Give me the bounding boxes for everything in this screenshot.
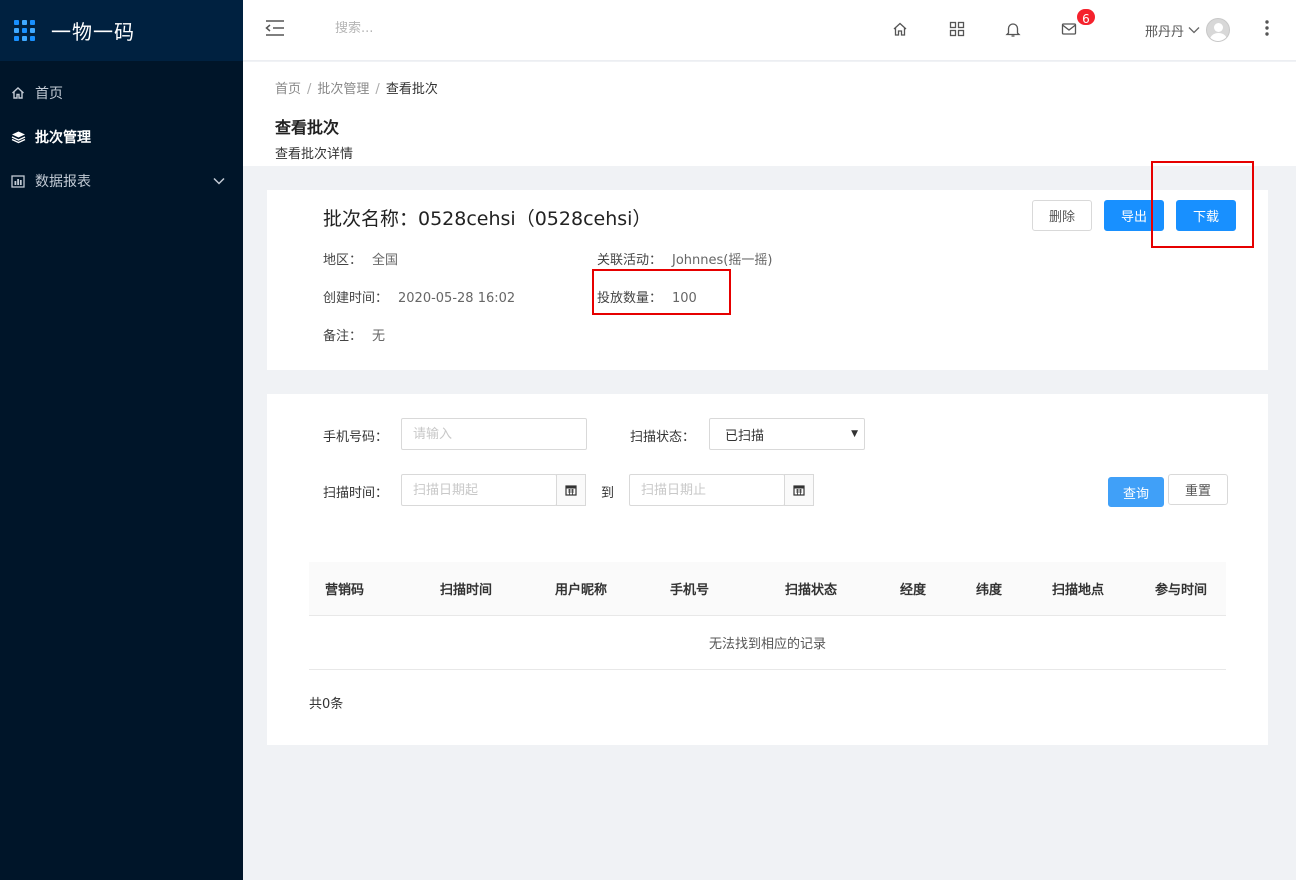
page-header: 首页 / 批次管理 / 查看批次 查看批次 查看批次详情 xyxy=(243,62,1296,166)
scan-status-select[interactable]: 已扫描 ▼ xyxy=(709,418,865,450)
app-name: 一物一码 xyxy=(51,20,135,44)
avatar xyxy=(1206,18,1231,42)
mail-icon[interactable] xyxy=(1060,20,1078,38)
region-value: 全国 xyxy=(372,253,399,268)
scan-start-date-input[interactable] xyxy=(401,474,557,506)
remark-label: 备注： xyxy=(323,329,363,344)
column-header[interactable]: 手机号 xyxy=(670,579,709,598)
column-header[interactable]: 经度 xyxy=(900,579,926,598)
sidebar-item-label: 首页 xyxy=(35,86,63,102)
to-label: 到 xyxy=(601,486,615,501)
region-label: 地区： xyxy=(323,253,363,268)
quantity-label: 投放数量： xyxy=(597,291,663,306)
column-header[interactable]: 纬度 xyxy=(976,579,1002,598)
apps-grid-logo-icon xyxy=(14,20,35,41)
batch-title: 批次名称：0528cehsi（0528cehsi） xyxy=(323,208,652,230)
quantity-value: 100 xyxy=(672,291,697,306)
region-field: 地区： 全国 xyxy=(323,249,398,268)
calendar-icon[interactable] xyxy=(784,474,814,506)
scan-status-label: 扫描状态： xyxy=(630,430,696,445)
remark-value: 无 xyxy=(372,329,386,344)
search-input[interactable] xyxy=(335,21,495,36)
phone-label: 手机号码： xyxy=(323,430,389,445)
caret-down-icon: ▼ xyxy=(851,429,858,439)
sidebar: 一物一码 首页 批次管理 数据报表 xyxy=(0,0,243,880)
sidebar-item-label: 数据报表 xyxy=(35,174,91,190)
remark-field: 备注： 无 xyxy=(323,325,385,344)
breadcrumb-item-home[interactable]: 首页 xyxy=(275,82,301,97)
mail-badge: 6 xyxy=(1075,7,1097,27)
layers-icon xyxy=(10,129,26,145)
breadcrumb-item-batch-management[interactable]: 批次管理 xyxy=(317,82,369,97)
column-header[interactable]: 扫描状态 xyxy=(785,579,837,598)
bar-chart-icon xyxy=(10,173,26,189)
user-menu[interactable]: 邢丹丹 xyxy=(1145,18,1231,42)
sidebar-item-home[interactable]: 首页 xyxy=(0,71,243,115)
scan-records-table: 营销码 扫描时间 用户昵称 手机号 扫描状态 经度 纬度 扫描地点 参与时间 无… xyxy=(309,562,1226,670)
column-header[interactable]: 用户昵称 xyxy=(555,579,607,598)
activity-field: 关联活动： Johnnes(摇一摇) xyxy=(597,249,772,268)
home-icon[interactable] xyxy=(891,20,909,38)
table-empty-row: 无法找到相应的记录 xyxy=(309,616,1226,670)
sidebar-item-reports[interactable]: 数据报表 xyxy=(0,159,243,203)
phone-input[interactable] xyxy=(401,418,587,450)
more-vertical-icon[interactable] xyxy=(1265,19,1269,41)
created-time-label: 创建时间： xyxy=(323,291,389,306)
home-icon xyxy=(10,85,26,101)
sidebar-item-label: 批次管理 xyxy=(35,130,91,146)
download-button[interactable]: 下载 xyxy=(1176,200,1236,231)
empty-text: 无法找到相应的记录 xyxy=(708,637,826,652)
total-count: 共0条 xyxy=(309,697,344,712)
sidebar-item-batch-management[interactable]: 批次管理 xyxy=(0,115,243,159)
column-header[interactable]: 扫描时间 xyxy=(440,579,492,598)
chevron-down-icon xyxy=(213,173,225,189)
column-header[interactable]: 扫描地点 xyxy=(1052,579,1104,598)
activity-value: Johnnes(摇一摇) xyxy=(672,253,773,268)
scan-records-card: 手机号码： 扫描状态： 已扫描 ▼ 扫描时间： 到 查询 重置 营销码 扫描时间… xyxy=(267,394,1268,745)
menu-fold-icon[interactable] xyxy=(265,19,285,41)
scan-end-date-input[interactable] xyxy=(629,474,785,506)
column-header[interactable]: 营销码 xyxy=(325,579,364,598)
activity-label: 关联活动： xyxy=(597,253,663,268)
export-button[interactable]: 导出 xyxy=(1104,200,1164,231)
logo[interactable]: 一物一码 xyxy=(0,0,243,61)
user-name: 邢丹丹 xyxy=(1145,24,1185,40)
breadcrumb-item-current: 查看批次 xyxy=(385,82,438,97)
bell-icon[interactable] xyxy=(1004,20,1022,38)
batch-info-card: 批次名称：0528cehsi（0528cehsi） 地区： 全国 关联活动： Joh… xyxy=(267,190,1268,370)
page-description: 查看批次详情 xyxy=(275,147,354,162)
scan-status-value: 已扫描 xyxy=(725,428,765,444)
top-header: 6 邢丹丹 xyxy=(243,0,1296,61)
created-time-field: 创建时间： 2020-05-28 16:02 xyxy=(323,287,515,306)
query-button[interactable]: 查询 xyxy=(1108,477,1164,507)
calendar-icon[interactable] xyxy=(556,474,586,506)
sidebar-menu: 首页 批次管理 数据报表 xyxy=(0,71,243,203)
page-title: 查看批次 xyxy=(275,118,340,137)
reset-button[interactable]: 重置 xyxy=(1168,474,1228,505)
quantity-field: 投放数量： 100 xyxy=(597,287,697,306)
delete-button[interactable]: 删除 xyxy=(1032,200,1092,231)
created-time-value: 2020-05-28 16:02 xyxy=(398,291,516,306)
apps-grid-icon[interactable] xyxy=(948,20,966,38)
breadcrumb: 首页 / 批次管理 / 查看批次 xyxy=(275,82,438,97)
column-header[interactable]: 参与时间 xyxy=(1155,579,1207,598)
chevron-down-icon xyxy=(1188,26,1200,34)
table-header: 营销码 扫描时间 用户昵称 手机号 扫描状态 经度 纬度 扫描地点 参与时间 xyxy=(309,562,1226,616)
scan-time-label: 扫描时间： xyxy=(323,486,389,501)
